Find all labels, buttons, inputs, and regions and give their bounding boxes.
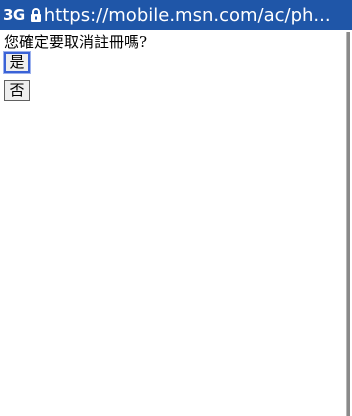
page-content: 您確定要取消註冊嗎? 是 否 — [0, 30, 345, 416]
vertical-scrollbar[interactable] — [345, 30, 352, 416]
confirm-question: 您確定要取消註冊嗎? — [4, 33, 148, 51]
network-indicator: 3G — [3, 6, 25, 24]
lock-icon — [30, 7, 42, 22]
no-button[interactable]: 否 — [4, 80, 30, 101]
scrollbar-thumb[interactable] — [346, 32, 350, 416]
address-url[interactable]: https://mobile.msn.com/ac/ph... — [44, 5, 331, 26]
yes-button[interactable]: 是 — [3, 51, 31, 74]
browser-status-bar: 3G https://mobile.msn.com/ac/ph... — [0, 0, 352, 30]
